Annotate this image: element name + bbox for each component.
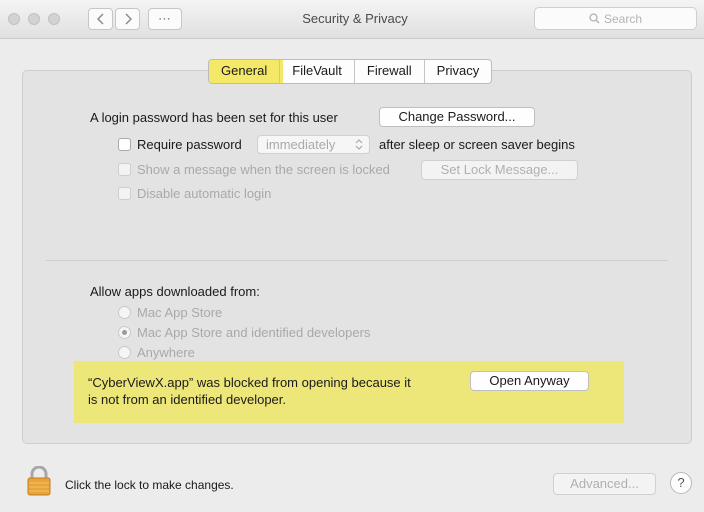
updown-arrows-icon [355, 139, 363, 150]
require-password-select-value: immediately [266, 137, 336, 152]
open-anyway-button[interactable]: Open Anyway [470, 371, 589, 391]
tab-bar: General FileVault Firewall Privacy [208, 59, 493, 84]
login-password-text: A login password has been set for this u… [90, 110, 338, 125]
forward-button[interactable] [115, 8, 140, 30]
grid-icon: ⋯ [158, 11, 172, 26]
chevron-left-icon [96, 13, 104, 25]
change-password-button[interactable]: Change Password... [379, 107, 535, 127]
back-button[interactable] [88, 8, 113, 30]
tab-general[interactable]: General [209, 60, 281, 83]
search-placeholder: Search [603, 11, 643, 26]
title-bar: ⋯ Security & Privacy Search [0, 0, 704, 39]
radio-identified-developers[interactable] [118, 326, 131, 339]
radio-identified-developers-label: Mac App Store and identified developers [137, 325, 371, 340]
require-password-label: Require password [137, 137, 242, 152]
allow-apps-heading: Allow apps downloaded from: [90, 284, 260, 299]
require-password-select[interactable]: immediately [257, 135, 370, 154]
search-icon [589, 13, 600, 24]
radio-mac-app-store-label: Mac App Store [137, 305, 223, 320]
show-all-button[interactable]: ⋯ [148, 8, 182, 30]
chevron-right-icon [124, 13, 132, 25]
tab-filevault[interactable]: FileVault [280, 60, 355, 83]
tab-privacy[interactable]: Privacy [425, 60, 492, 83]
window-title: Security & Privacy [302, 11, 408, 26]
zoom-window-button[interactable] [48, 13, 60, 25]
show-message-label: Show a message when the screen is locked [137, 162, 390, 177]
lock-icon[interactable] [26, 466, 52, 496]
show-message-checkbox[interactable] [118, 163, 131, 176]
radio-anywhere[interactable] [118, 346, 131, 359]
help-icon[interactable]: ? [670, 472, 692, 494]
radio-anywhere-label: Anywhere [137, 345, 195, 360]
radio-mac-app-store[interactable] [118, 306, 131, 319]
require-password-checkbox[interactable] [118, 138, 131, 151]
disable-auto-login-checkbox[interactable] [118, 187, 131, 200]
section-divider [46, 260, 668, 261]
search-field[interactable]: Search [534, 7, 697, 30]
tab-firewall[interactable]: Firewall [355, 60, 425, 83]
minimize-window-button[interactable] [28, 13, 40, 25]
blocked-message-line1: “CyberViewX.app” was blocked from openin… [88, 375, 411, 390]
blocked-message-line2: is not from an identified developer. [88, 392, 287, 407]
advanced-button[interactable]: Advanced... [553, 473, 656, 495]
close-window-button[interactable] [8, 13, 20, 25]
lock-instructions: Click the lock to make changes. [65, 478, 234, 492]
set-lock-message-button[interactable]: Set Lock Message... [421, 160, 578, 180]
require-password-suffix: after sleep or screen saver begins [379, 137, 575, 152]
disable-auto-login-label: Disable automatic login [137, 186, 272, 201]
